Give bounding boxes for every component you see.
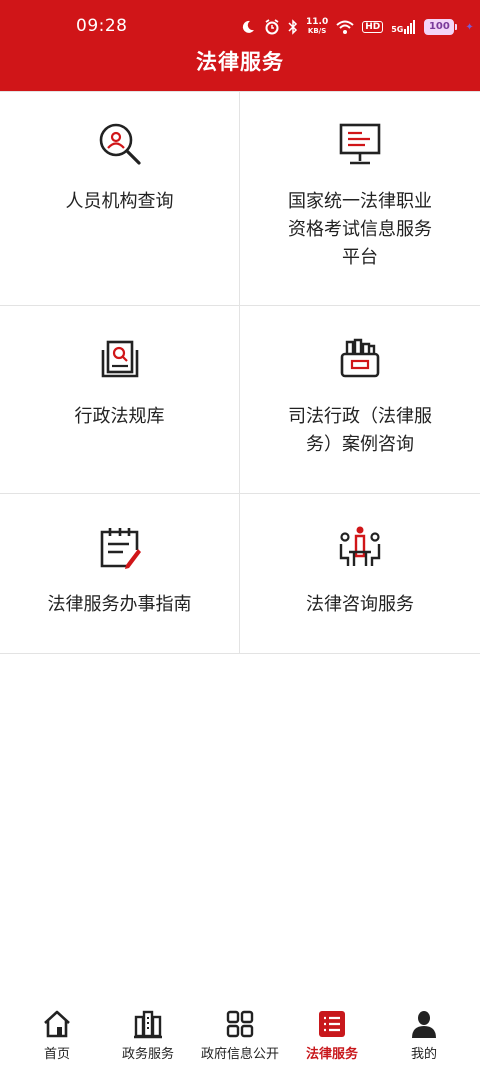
tab-label: 政务服务 <box>121 1047 174 1062</box>
tab-gov-services[interactable]: 政务服务 <box>100 1000 196 1072</box>
status-icons: 11.0 KB/S HD 5G 100 ✦ <box>240 16 474 38</box>
buildings-icon <box>134 1010 162 1039</box>
charging-dot: ✦ <box>465 21 474 33</box>
service-exam-platform[interactable]: 国家统一法律职业资格考试信息服务平台 <box>240 91 480 306</box>
tab-label: 法律服务 <box>305 1047 358 1062</box>
battery-indicator: 100 <box>424 19 458 35</box>
network-type: 5G <box>391 25 404 34</box>
page-title: 法律服务 <box>196 50 284 74</box>
tab-mine[interactable]: 我的 <box>376 1000 472 1072</box>
service-case-consult[interactable]: 司法行政（法律服务）案例咨询 <box>240 306 480 494</box>
wifi-icon <box>336 20 354 34</box>
user-icon <box>412 1011 436 1038</box>
status-time: 09:28 <box>76 16 128 36</box>
battery-level: 100 <box>424 19 455 35</box>
header-bar: 09:28 11.0 KB/S HD 5G 100 ✦ 法律服务 <box>0 0 480 91</box>
document-search-icon <box>101 340 138 378</box>
net-speed-value: 11.0 <box>306 17 329 27</box>
tab-label: 首页 <box>43 1047 70 1062</box>
consultation-icon <box>339 526 381 566</box>
service-label: 行政法规库 <box>74 406 165 427</box>
person-search-icon <box>99 123 141 165</box>
service-person-org-query[interactable]: 人员机构查询 <box>0 91 240 306</box>
service-label: 人员机构查询 <box>65 191 174 212</box>
service-label: 法律服务办事指南 <box>47 594 192 615</box>
tab-label: 政府信息公开 <box>200 1047 279 1062</box>
calendar-pen-icon <box>100 528 141 569</box>
service-guide[interactable]: 法律服务办事指南 <box>0 494 240 654</box>
alarm-icon <box>265 19 279 35</box>
tab-legal-services[interactable]: 法律服务 <box>284 1000 380 1072</box>
moon-icon <box>242 20 254 33</box>
service-grid: 人员机构查询 国家统一法律职业资格考试信息服务平台 行政法规库 司法行政（法律服… <box>0 91 480 654</box>
service-label: 法律咨询服务 <box>306 594 414 615</box>
service-legal-consult[interactable]: 法律咨询服务 <box>240 494 480 654</box>
grid-icon <box>226 1010 254 1038</box>
tab-label: 我的 <box>410 1047 437 1062</box>
case-folder-icon <box>340 338 380 378</box>
monitor-icon <box>339 123 381 165</box>
service-label: 司法行政（法律服务）案例咨询 <box>288 406 432 455</box>
bluetooth-icon <box>288 19 298 35</box>
service-label: 国家统一法律职业资格考试信息服务平台 <box>288 191 432 268</box>
bottom-tab-bar: 首页 政务服务 政府信息公开 法律服务 我的 <box>0 1000 480 1072</box>
tab-gov-info[interactable]: 政府信息公开 <box>192 1000 288 1072</box>
net-speed-unit: KB/S <box>307 27 327 35</box>
service-admin-regulations[interactable]: 行政法规库 <box>0 306 240 494</box>
tab-home[interactable]: 首页 <box>9 1000 105 1072</box>
net-speed: 11.0 KB/S <box>306 18 328 36</box>
home-icon <box>44 1010 70 1038</box>
signal-icon: 5G <box>391 20 416 34</box>
list-icon <box>319 1011 345 1037</box>
hd-badge: HD <box>362 21 384 33</box>
